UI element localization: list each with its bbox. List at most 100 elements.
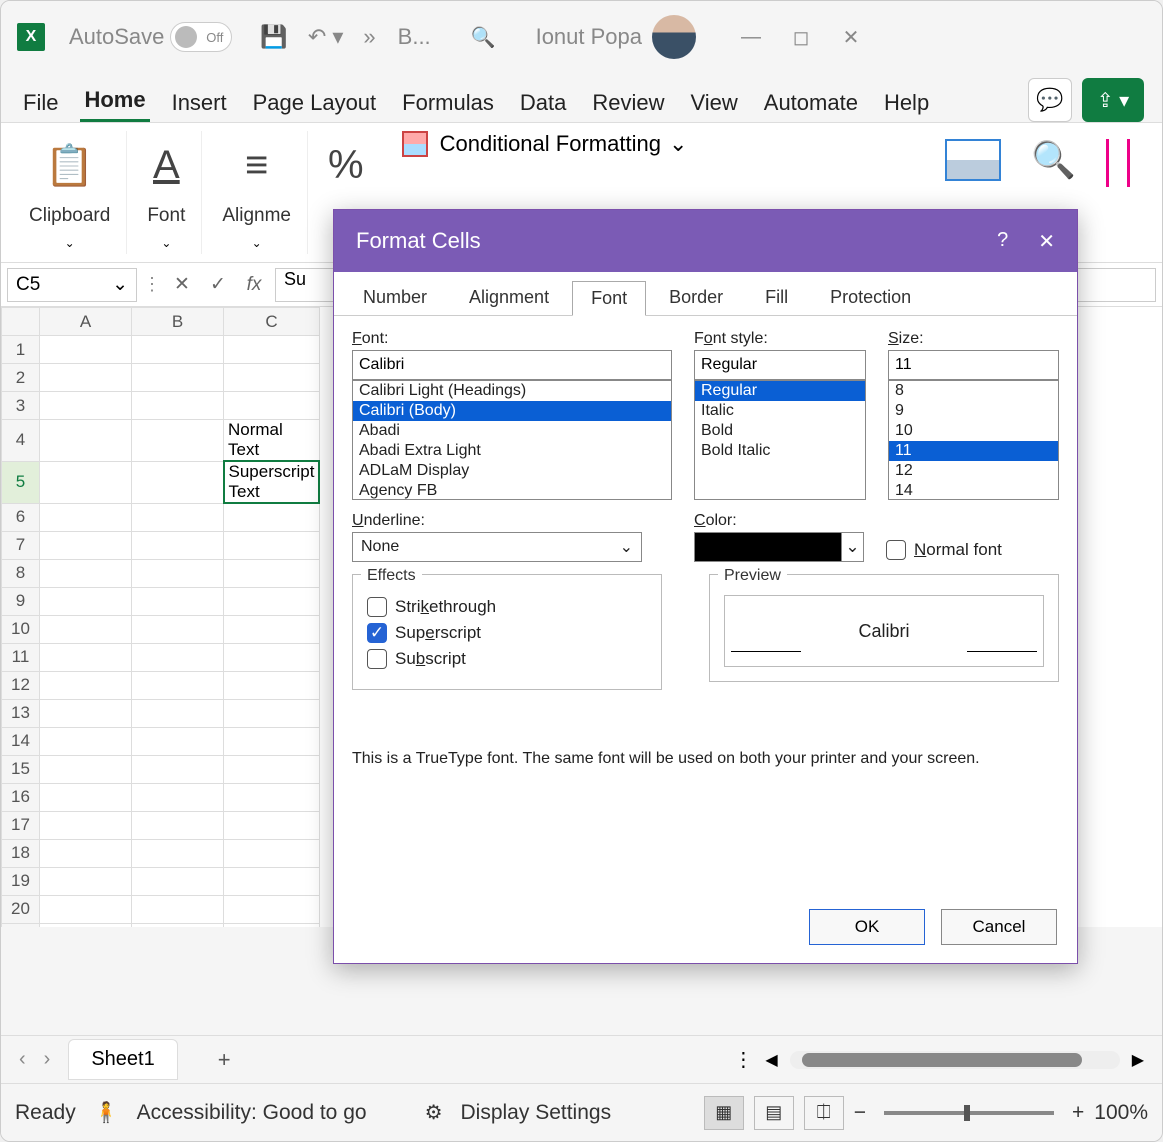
list-item[interactable]: Calibri (Body) [353,401,671,421]
close-button[interactable]: ✕ [826,25,876,50]
tab-formulas[interactable]: Formulas [398,84,498,122]
cell-C18[interactable] [224,839,320,867]
font-size-input[interactable] [888,350,1059,380]
sheet-tab-1[interactable]: Sheet1 [68,1039,177,1080]
dialog-close-button[interactable]: ✕ [1038,229,1055,254]
zoom-slider[interactable] [884,1111,1054,1115]
cell-A6[interactable] [40,503,132,531]
underline-select[interactable]: None⌄ [352,532,642,562]
display-settings-button[interactable]: Display Settings [461,1101,612,1125]
cell-B14[interactable] [132,727,224,755]
cancel-button[interactable]: Cancel [941,909,1057,945]
cell-A20[interactable] [40,895,132,923]
cell-B21[interactable] [132,923,224,927]
cell-A9[interactable] [40,587,132,615]
tab-number[interactable]: Number [344,280,446,315]
list-item[interactable]: Abadi Extra Light [353,441,671,461]
list-item[interactable]: 14 [889,481,1058,500]
cell-A2[interactable] [40,364,132,392]
cell-B18[interactable] [132,839,224,867]
cell-C1[interactable] [224,336,320,364]
scroll-left-button[interactable]: ◀ [765,1050,777,1070]
cell-C7[interactable] [224,531,320,559]
list-item[interactable]: ADLaM Display [353,461,671,481]
tab-help[interactable]: Help [880,84,933,122]
tab-view[interactable]: View [686,84,741,122]
dialog-help-button[interactable]: ? [997,229,1008,254]
font-listbox[interactable]: Calibri Light (Headings)Calibri (Body)Ab… [352,380,672,500]
list-item[interactable]: 9 [889,401,1058,421]
cell-C12[interactable] [224,671,320,699]
cell-C3[interactable] [224,392,320,420]
list-item[interactable]: 12 [889,461,1058,481]
cancel-formula-button[interactable]: ✕ [167,273,197,296]
cell-C4[interactable]: Normal Text [224,420,320,462]
fx-button[interactable]: fx [239,274,269,296]
superscript-checkbox[interactable]: ✓ Superscript [367,623,647,643]
search-icon[interactable]: 🔍 [471,25,496,50]
tab-insert[interactable]: Insert [168,84,231,122]
cell-B12[interactable] [132,671,224,699]
list-item[interactable]: 11 [889,441,1058,461]
cell-A19[interactable] [40,867,132,895]
undo-icon[interactable]: ↶ ▾ [308,24,344,50]
cell-A16[interactable] [40,783,132,811]
comments-button[interactable]: 💬 [1028,78,1072,122]
list-item[interactable]: Regular [695,381,865,401]
cell-C9[interactable] [224,587,320,615]
color-select[interactable]: ⌄ [694,532,864,562]
cell-A21[interactable] [40,923,132,927]
cell-A17[interactable] [40,811,132,839]
cell-C16[interactable] [224,783,320,811]
save-icon[interactable]: 💾 [260,24,287,50]
cell-B20[interactable] [132,895,224,923]
tab-border[interactable]: Border [650,280,742,315]
list-item[interactable]: 8 [889,381,1058,401]
cell-B9[interactable] [132,587,224,615]
cell-C17[interactable] [224,811,320,839]
cell-C14[interactable] [224,727,320,755]
font-style-listbox[interactable]: RegularItalicBoldBold Italic [694,380,866,500]
tab-fill[interactable]: Fill [746,280,807,315]
tab-protection[interactable]: Protection [811,280,930,315]
maximize-button[interactable]: ◻ [776,25,826,50]
cell-A14[interactable] [40,727,132,755]
cell-A12[interactable] [40,671,132,699]
list-item[interactable]: 10 [889,421,1058,441]
list-item[interactable]: Bold [695,421,865,441]
cell-A18[interactable] [40,839,132,867]
more-icon[interactable]: » [363,24,375,50]
cell-B16[interactable] [132,783,224,811]
view-page-layout-button[interactable]: ▤ [754,1096,794,1130]
cell-A5[interactable] [40,461,132,503]
font-size-listbox[interactable]: 8910111214 [888,380,1059,500]
tab-font[interactable]: Font [572,281,646,316]
sheet-nav-next[interactable]: › [44,1048,51,1071]
autosave-toggle[interactable]: AutoSave Off [69,22,232,52]
find-icon[interactable]: 🔍 [1031,139,1076,181]
cell-A1[interactable] [40,336,132,364]
view-page-break-button[interactable]: ⎅ [804,1096,844,1130]
cell-A3[interactable] [40,392,132,420]
cell-A4[interactable] [40,420,132,462]
cell-C6[interactable] [224,503,320,531]
horizontal-scrollbar[interactable] [790,1051,1120,1069]
zoom-out-button[interactable]: − [854,1101,866,1125]
normal-font-checkbox[interactable]: Normal font [886,540,1002,560]
add-sheet-button[interactable]: + [218,1047,231,1073]
cell-C21[interactable] [224,923,320,927]
avatar[interactable] [652,15,696,59]
font-style-input[interactable] [694,350,866,380]
cell-A11[interactable] [40,643,132,671]
tab-automate[interactable]: Automate [760,84,862,122]
scroll-right-button[interactable]: ▶ [1132,1050,1144,1070]
cell-B7[interactable] [132,531,224,559]
cell-C8[interactable] [224,559,320,587]
cells-icon[interactable] [945,139,1001,181]
minimize-button[interactable]: — [726,26,776,49]
cell-C19[interactable] [224,867,320,895]
tab-file[interactable]: File [19,84,62,122]
cell-B1[interactable] [132,336,224,364]
view-normal-button[interactable]: ▦ [704,1096,744,1130]
zoom-in-button[interactable]: + [1072,1101,1084,1125]
